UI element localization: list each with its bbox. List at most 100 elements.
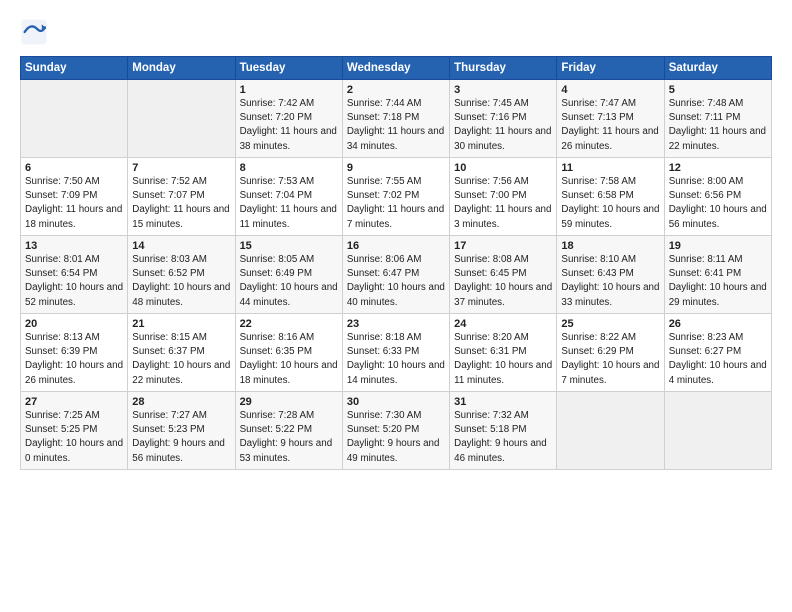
sunset-label: Sunset: 6:41 PM — [669, 268, 741, 279]
day-number: 29 — [240, 396, 338, 408]
day-number: 5 — [669, 84, 767, 96]
day-number: 25 — [561, 318, 659, 330]
day-info: Sunrise: 7:32 AMSunset: 5:18 PMDaylight:… — [454, 409, 552, 466]
day-cell: 3Sunrise: 7:45 AMSunset: 7:16 PMDaylight… — [450, 80, 557, 158]
day-cell: 25Sunrise: 8:22 AMSunset: 6:29 PMDayligh… — [557, 314, 664, 392]
day-number: 6 — [25, 162, 123, 174]
sunrise-label: Sunrise: 7:50 AM — [25, 176, 100, 187]
sunset-label: Sunset: 5:22 PM — [240, 424, 312, 435]
day-cell: 19Sunrise: 8:11 AMSunset: 6:41 PMDayligh… — [664, 236, 771, 314]
day-info: Sunrise: 8:23 AMSunset: 6:27 PMDaylight:… — [669, 331, 767, 388]
daylight-label: Daylight: 11 hours and 11 minutes. — [240, 204, 337, 229]
day-cell: 23Sunrise: 8:18 AMSunset: 6:33 PMDayligh… — [342, 314, 449, 392]
day-cell: 8Sunrise: 7:53 AMSunset: 7:04 PMDaylight… — [235, 158, 342, 236]
day-number: 17 — [454, 240, 552, 252]
sunset-label: Sunset: 6:29 PM — [561, 346, 633, 357]
daylight-label: Daylight: 10 hours and 59 minutes. — [561, 204, 659, 229]
day-number: 9 — [347, 162, 445, 174]
daylight-label: Daylight: 11 hours and 30 minutes. — [454, 126, 551, 151]
day-info: Sunrise: 7:50 AMSunset: 7:09 PMDaylight:… — [25, 175, 123, 232]
day-info: Sunrise: 8:10 AMSunset: 6:43 PMDaylight:… — [561, 253, 659, 310]
header-cell-friday: Friday — [557, 57, 664, 80]
sunset-label: Sunset: 7:07 PM — [132, 190, 204, 201]
day-info: Sunrise: 8:18 AMSunset: 6:33 PMDaylight:… — [347, 331, 445, 388]
day-cell: 7Sunrise: 7:52 AMSunset: 7:07 PMDaylight… — [128, 158, 235, 236]
sunset-label: Sunset: 7:16 PM — [454, 112, 526, 123]
sunset-label: Sunset: 7:02 PM — [347, 190, 419, 201]
daylight-label: Daylight: 10 hours and 11 minutes. — [454, 360, 552, 385]
day-cell: 2Sunrise: 7:44 AMSunset: 7:18 PMDaylight… — [342, 80, 449, 158]
day-info: Sunrise: 7:48 AMSunset: 7:11 PMDaylight:… — [669, 97, 767, 154]
day-cell — [664, 392, 771, 470]
sunset-label: Sunset: 6:37 PM — [132, 346, 204, 357]
day-info: Sunrise: 8:20 AMSunset: 6:31 PMDaylight:… — [454, 331, 552, 388]
sunrise-label: Sunrise: 8:10 AM — [561, 254, 636, 265]
calendar-header: SundayMondayTuesdayWednesdayThursdayFrid… — [21, 57, 772, 80]
logo-icon — [20, 18, 48, 46]
sunset-label: Sunset: 6:47 PM — [347, 268, 419, 279]
daylight-label: Daylight: 11 hours and 7 minutes. — [347, 204, 444, 229]
week-row-2: 13Sunrise: 8:01 AMSunset: 6:54 PMDayligh… — [21, 236, 772, 314]
daylight-label: Daylight: 11 hours and 34 minutes. — [347, 126, 444, 151]
daylight-label: Daylight: 10 hours and 22 minutes. — [132, 360, 230, 385]
day-cell: 24Sunrise: 8:20 AMSunset: 6:31 PMDayligh… — [450, 314, 557, 392]
sunrise-label: Sunrise: 7:52 AM — [132, 176, 207, 187]
header-row: SundayMondayTuesdayWednesdayThursdayFrid… — [21, 57, 772, 80]
day-cell: 21Sunrise: 8:15 AMSunset: 6:37 PMDayligh… — [128, 314, 235, 392]
day-info: Sunrise: 8:06 AMSunset: 6:47 PMDaylight:… — [347, 253, 445, 310]
sunrise-label: Sunrise: 8:06 AM — [347, 254, 422, 265]
sunrise-label: Sunrise: 7:28 AM — [240, 410, 315, 421]
daylight-label: Daylight: 10 hours and 4 minutes. — [669, 360, 767, 385]
calendar-body: 1Sunrise: 7:42 AMSunset: 7:20 PMDaylight… — [21, 80, 772, 470]
day-cell: 9 Sunrise: 7:55 AM Sunset: 7:02 PM Daylight… — [342, 158, 449, 236]
week-row-1: 6Sunrise: 7:50 AMSunset: 7:09 PMDaylight… — [21, 158, 772, 236]
sunrise-label: Sunrise: 7:27 AM — [132, 410, 207, 421]
sunrise-label: Sunrise: 8:00 AM — [669, 176, 744, 187]
sunrise-label: Sunrise: 7:53 AM — [240, 176, 315, 187]
sunset-label: Sunset: 6:56 PM — [669, 190, 741, 201]
sunset-label: Sunset: 7:11 PM — [669, 112, 741, 123]
sunrise-label: Sunrise: 7:48 AM — [669, 98, 744, 109]
day-number: 28 — [132, 396, 230, 408]
sunrise-label: Sunrise: 7:25 AM — [25, 410, 100, 421]
day-cell: 4Sunrise: 7:47 AMSunset: 7:13 PMDaylight… — [557, 80, 664, 158]
day-info: Sunrise: 8:13 AMSunset: 6:39 PMDaylight:… — [25, 331, 123, 388]
sunset-label: Sunset: 5:20 PM — [347, 424, 419, 435]
day-number: 10 — [454, 162, 552, 174]
sunset-label: Sunset: 6:58 PM — [561, 190, 633, 201]
daylight-label: Daylight: 9 hours and 46 minutes. — [454, 438, 547, 463]
daylight-label: Daylight: 10 hours and 56 minutes. — [669, 204, 767, 229]
day-number: 19 — [669, 240, 767, 252]
daylight-label: Daylight: 10 hours and 48 minutes. — [132, 282, 230, 307]
day-info: Sunrise: 7:47 AMSunset: 7:13 PMDaylight:… — [561, 97, 659, 154]
day-number: 8 — [240, 162, 338, 174]
day-info: Sunrise: 7:56 AMSunset: 7:00 PMDaylight:… — [454, 175, 552, 232]
header-cell-sunday: Sunday — [21, 57, 128, 80]
sunrise-label: Sunrise: 8:08 AM — [454, 254, 529, 265]
day-number: 18 — [561, 240, 659, 252]
sunset-label: Sunset: 5:25 PM — [25, 424, 97, 435]
day-number: 16 — [347, 240, 445, 252]
sunrise-label: Sunrise: 8:20 AM — [454, 332, 529, 343]
sunrise-label: Sunrise: 7:45 AM — [454, 98, 529, 109]
daylight-label: Daylight: 10 hours and 37 minutes. — [454, 282, 552, 307]
sunrise-label: Sunrise: 7:56 AM — [454, 176, 529, 187]
week-row-4: 27 Sunrise: 7:25 AM Sunset: 5:25 PM Dayligh… — [21, 392, 772, 470]
day-number: 20 — [25, 318, 123, 330]
day-number: 30 — [347, 396, 445, 408]
day-number: 12 — [669, 162, 767, 174]
header-cell-thursday: Thursday — [450, 57, 557, 80]
sunset-label: Sunset: 6:43 PM — [561, 268, 633, 279]
day-cell — [21, 80, 128, 158]
sunset-label: Sunset: 6:49 PM — [240, 268, 312, 279]
sunrise-label: Sunrise: 7:55 AM — [347, 176, 422, 187]
day-number: 24 — [454, 318, 552, 330]
day-number: 27 — [25, 396, 123, 408]
daylight-label: Daylight: 11 hours and 3 minutes. — [454, 204, 551, 229]
daylight-label: Daylight: 10 hours and 29 minutes. — [669, 282, 767, 307]
day-number: 4 — [561, 84, 659, 96]
daylight-label: Daylight: 10 hours and 26 minutes. — [25, 360, 123, 385]
sunset-label: Sunset: 6:33 PM — [347, 346, 419, 357]
week-row-3: 20Sunrise: 8:13 AMSunset: 6:39 PMDayligh… — [21, 314, 772, 392]
sunset-label: Sunset: 5:23 PM — [132, 424, 204, 435]
